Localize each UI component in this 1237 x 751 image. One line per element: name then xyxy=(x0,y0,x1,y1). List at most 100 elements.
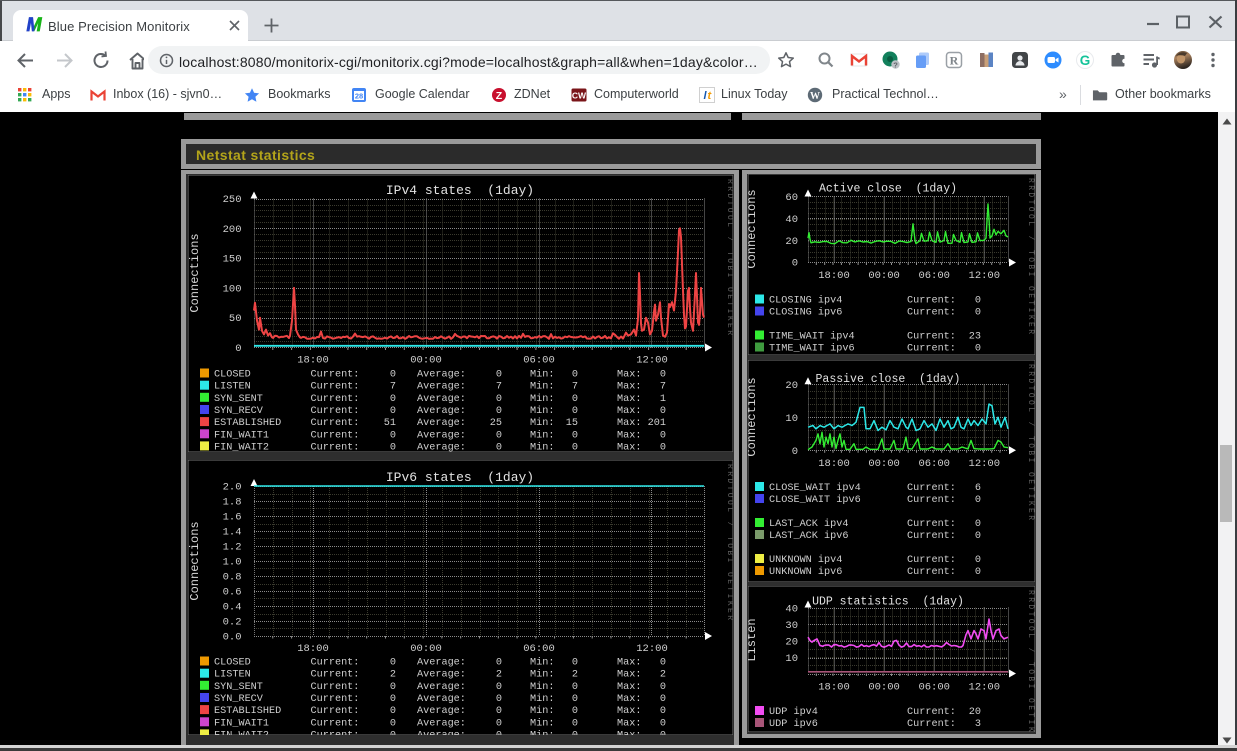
svg-text:G: G xyxy=(1080,53,1091,68)
svg-text:0: 0 xyxy=(390,430,396,441)
svg-text:0: 0 xyxy=(572,694,578,705)
svg-text:0: 0 xyxy=(572,394,578,405)
svg-text:RRDTOOL / TOBI OETIKER: RRDTOOL / TOBI OETIKER xyxy=(1026,364,1035,522)
svg-text:UNKNOWN ipv4: UNKNOWN ipv4 xyxy=(769,554,842,566)
svg-text:Max:: Max: xyxy=(617,682,641,693)
svg-text:23: 23 xyxy=(969,332,981,343)
svg-text:Average:: Average: xyxy=(417,442,466,452)
svg-text:0: 0 xyxy=(975,519,981,530)
svg-text:Current:: Current: xyxy=(311,418,360,429)
svg-text:0.6: 0.6 xyxy=(223,587,242,599)
svg-text:0: 0 xyxy=(390,442,396,452)
svg-text:250: 250 xyxy=(223,194,242,206)
svg-text:Current:: Current: xyxy=(907,719,956,730)
svg-text:Passive close (1day): Passive close (1day) xyxy=(816,373,961,386)
svg-text:Average:: Average: xyxy=(417,694,466,705)
svg-text:0: 0 xyxy=(496,370,502,381)
svg-text:0: 0 xyxy=(572,718,578,729)
svg-text:IPv6 states (1day): IPv6 states (1day) xyxy=(386,470,534,485)
svg-text:ESTABLISHED: ESTABLISHED xyxy=(214,706,281,717)
svg-text:UDP statistics (1day): UDP statistics (1day) xyxy=(812,596,964,609)
svg-text:1.8: 1.8 xyxy=(223,497,242,509)
svg-text:0: 0 xyxy=(660,442,666,452)
svg-text:200: 200 xyxy=(223,224,242,236)
svg-text:LISTEN: LISTEN xyxy=(214,670,251,681)
svg-text:0: 0 xyxy=(496,430,502,441)
svg-text:12:00: 12:00 xyxy=(969,682,1001,694)
svg-text:0: 0 xyxy=(496,406,502,417)
svg-text:CLOSED: CLOSED xyxy=(214,370,251,381)
svg-text:Current:: Current: xyxy=(311,442,360,452)
svg-text:LISTEN: LISTEN xyxy=(214,382,251,393)
svg-text:Current:: Current: xyxy=(907,531,956,542)
svg-text:Max:: Max: xyxy=(617,694,641,705)
svg-text:Max:: Max: xyxy=(617,394,641,405)
svg-text:0: 0 xyxy=(975,308,981,319)
svg-text:0: 0 xyxy=(390,718,396,729)
svg-text:20: 20 xyxy=(785,236,798,248)
svg-text:0: 0 xyxy=(792,446,798,458)
svg-text:0: 0 xyxy=(496,706,502,717)
svg-text:0: 0 xyxy=(496,694,502,705)
svg-text:RRDTOOL / TOBI OETIKER: RRDTOOL / TOBI OETIKER xyxy=(1026,590,1035,732)
svg-text:2: 2 xyxy=(390,670,396,681)
svg-text:0: 0 xyxy=(975,567,981,578)
svg-text:06:00: 06:00 xyxy=(918,458,950,470)
svg-text:0.4: 0.4 xyxy=(223,602,242,614)
svg-text:FIN_WAIT2: FIN_WAIT2 xyxy=(214,442,269,452)
svg-text:0: 0 xyxy=(496,442,502,452)
svg-text:Max:: Max: xyxy=(617,730,641,735)
svg-text:06:00: 06:00 xyxy=(523,643,555,655)
svg-text:M: M xyxy=(27,16,43,33)
svg-text:FIN_WAIT2: FIN_WAIT2 xyxy=(214,730,269,735)
svg-text:CLOSED: CLOSED xyxy=(214,658,251,669)
svg-text:1.2: 1.2 xyxy=(223,542,242,554)
svg-text:Current:: Current: xyxy=(311,406,360,417)
svg-text:0: 0 xyxy=(660,730,666,735)
svg-text:10: 10 xyxy=(785,653,798,665)
svg-text:0: 0 xyxy=(975,344,981,355)
svg-text:150: 150 xyxy=(223,254,242,266)
svg-text:2: 2 xyxy=(496,670,502,681)
svg-text:00:00: 00:00 xyxy=(868,270,900,282)
svg-text:Min:: Min: xyxy=(530,705,554,717)
svg-text:30: 30 xyxy=(785,620,798,632)
svg-text:Average:: Average: xyxy=(417,718,466,729)
svg-text:Min:: Min: xyxy=(530,681,554,693)
svg-text:IPv4 states (1day): IPv4 states (1day) xyxy=(386,183,534,198)
svg-text:Average:: Average: xyxy=(417,706,466,717)
svg-text:Current:: Current: xyxy=(311,382,360,393)
svg-text:18:00: 18:00 xyxy=(818,270,850,282)
svg-text:40: 40 xyxy=(785,214,798,226)
svg-text:20: 20 xyxy=(785,637,798,649)
svg-text:6: 6 xyxy=(975,483,981,494)
svg-text:Current:: Current: xyxy=(907,707,956,718)
svg-text:00:00: 00:00 xyxy=(868,682,900,694)
svg-text:Max:: Max: xyxy=(617,382,641,393)
svg-text:50: 50 xyxy=(229,313,242,325)
svg-text:Max:: Max: xyxy=(617,430,641,441)
svg-text:12:00: 12:00 xyxy=(969,458,1001,470)
svg-text:7: 7 xyxy=(660,382,666,393)
svg-text:RRDTOOL / TOBI OETIKER: RRDTOOL / TOBI OETIKER xyxy=(725,464,733,622)
svg-text:00:00: 00:00 xyxy=(868,458,900,470)
svg-text:1: 1 xyxy=(660,394,666,405)
svg-text:Min:: Min: xyxy=(530,381,554,393)
svg-text:00:00: 00:00 xyxy=(410,643,442,655)
svg-text:Min:: Min: xyxy=(530,405,554,417)
svg-text:Min:: Min: xyxy=(530,657,554,669)
svg-text:Average:: Average: xyxy=(417,682,466,693)
svg-text:CLOSING ipv4: CLOSING ipv4 xyxy=(769,295,842,307)
svg-text:Connections: Connections xyxy=(748,189,759,268)
svg-text:Current:: Current: xyxy=(311,430,360,441)
svg-text:RRDTOOL / TOBI OETIKER: RRDTOOL / TOBI OETIKER xyxy=(1026,178,1035,336)
svg-text:0: 0 xyxy=(975,495,981,506)
svg-text:0: 0 xyxy=(792,258,798,270)
svg-text:Average:: Average: xyxy=(417,394,466,405)
svg-text:20: 20 xyxy=(785,380,798,392)
svg-text:CW: CW xyxy=(572,91,587,101)
svg-text:Connections: Connections xyxy=(188,233,202,312)
svg-text:18:00: 18:00 xyxy=(297,355,329,367)
svg-text:Current:: Current: xyxy=(311,658,360,669)
svg-text:Max:: Max: xyxy=(617,718,641,729)
